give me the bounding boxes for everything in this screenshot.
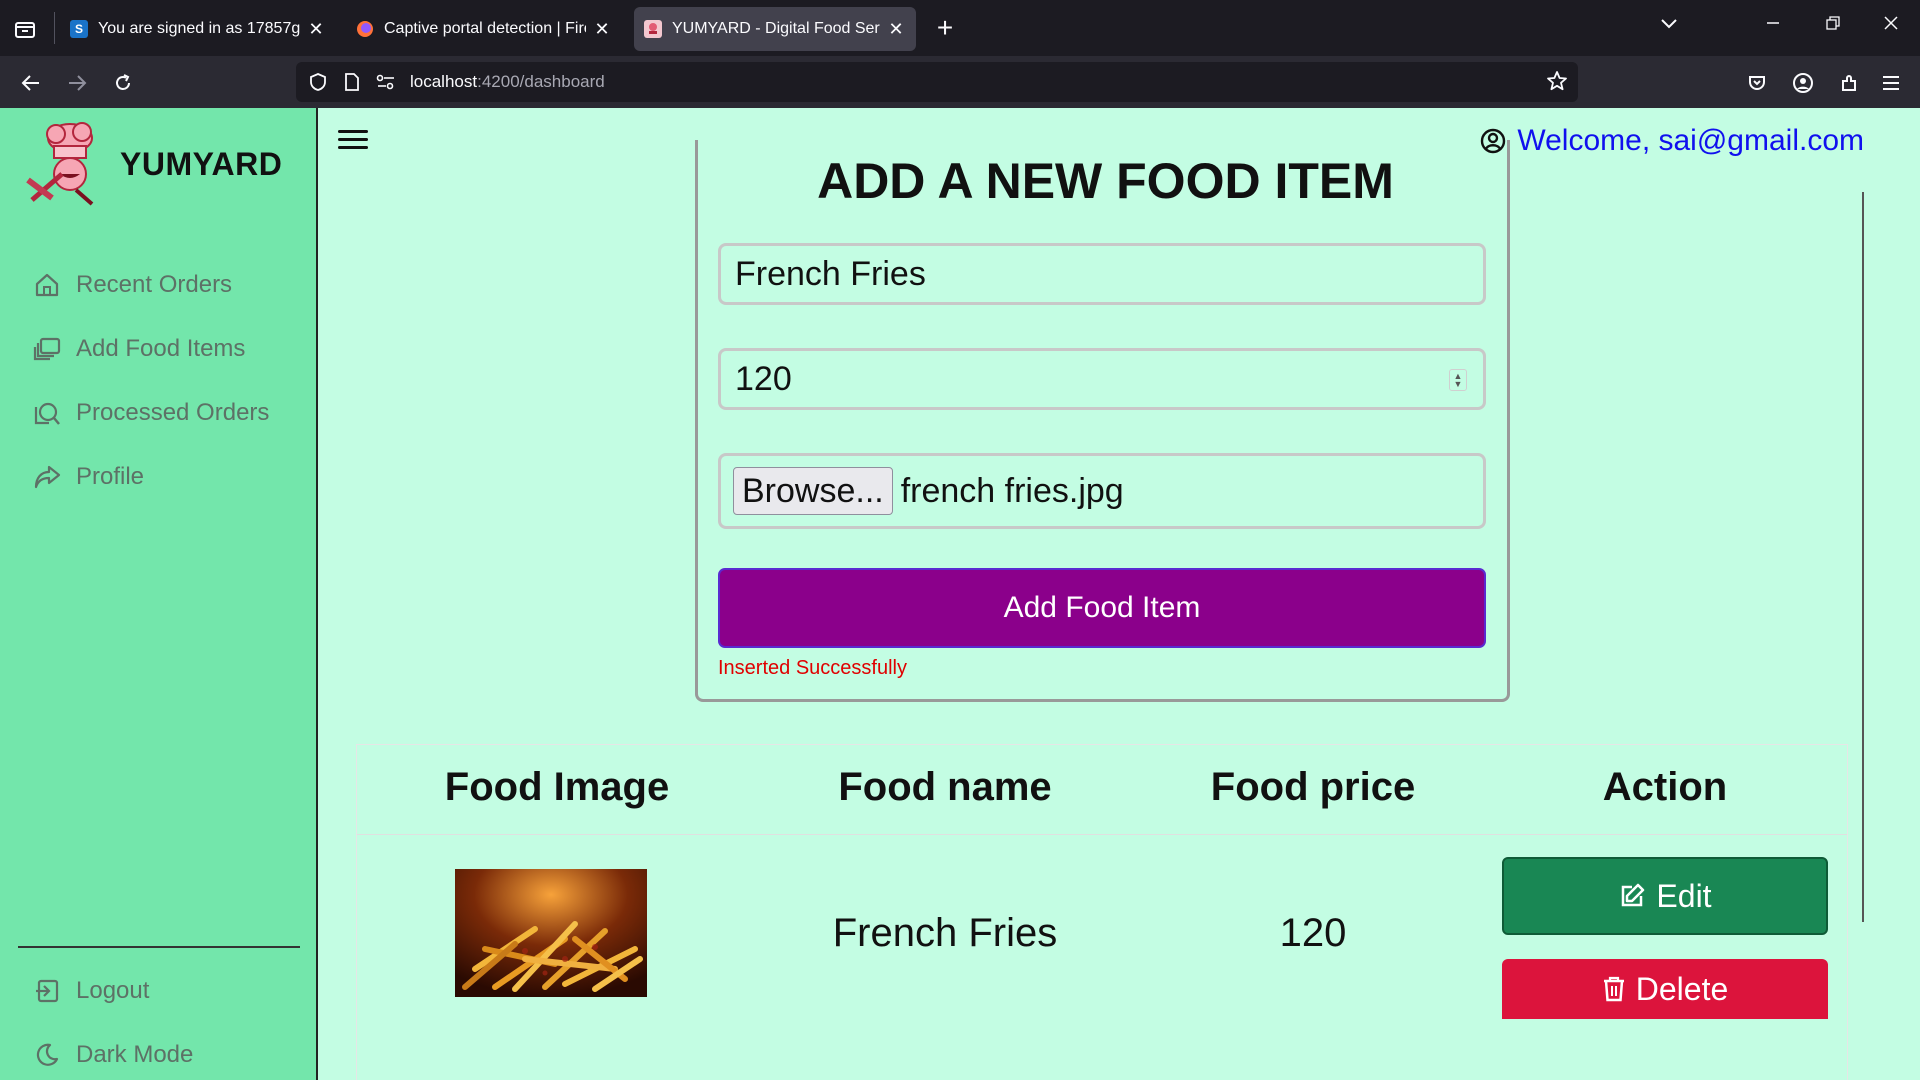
trash-icon [1603,976,1624,1002]
tab-title: Captive portal detection | Firefox [384,20,586,37]
sidebar-item-processed-orders[interactable]: Processed Orders [32,398,269,428]
logout-icon [32,976,62,1006]
sidebar: YUMYARD Recent Orders Add Food Items Pro… [0,108,318,1080]
tab-list-icon[interactable] [10,14,40,44]
edit-button[interactable]: Edit [1502,857,1828,935]
forward-icon[interactable] [62,68,92,98]
hamburger-menu-icon[interactable] [338,130,368,154]
browse-button[interactable]: Browse... [733,467,893,515]
welcome-text: Welcome, sai@gmail.com [1517,124,1864,157]
home-icon [32,270,62,300]
selected-file-name: french fries.jpg [900,471,1124,510]
close-window-icon[interactable] [1876,14,1906,35]
page-icon[interactable] [340,70,364,94]
food-price-input[interactable]: 120 ▲ ▼ [718,348,1486,410]
browser-tab-bar: S You are signed in as 17857gh ✕ Captive… [0,0,1920,56]
moon-icon [32,1040,62,1070]
chef-logo-icon [24,120,104,206]
edit-icon [1622,883,1645,907]
sidebar-item-profile[interactable]: Profile [32,462,144,492]
sidebar-item-add-food-items[interactable]: Add Food Items [32,334,245,364]
sidebar-item-label: Logout [76,977,150,1004]
scrollbar-track[interactable] [1862,192,1864,922]
number-spinner-icon[interactable]: ▲ ▼ [1449,369,1467,391]
sidebar-item-label: Profile [76,463,145,490]
site-favicon-icon: S [70,20,88,38]
sidebar-item-recent-orders[interactable]: Recent Orders [32,270,232,300]
food-image-file-input[interactable]: Browse... french fries.jpg [718,453,1486,529]
search-icon [32,398,62,428]
food-name-input[interactable]: French Fries [718,243,1486,305]
extensions-icon[interactable] [1834,68,1864,98]
food-price-cell: 120 [1279,911,1347,955]
permissions-icon[interactable] [374,70,398,94]
chevron-down-icon[interactable] [1654,14,1684,35]
edit-label: Edit [1656,877,1712,914]
app-root: YUMYARD Recent Orders Add Food Items Pro… [0,108,1920,1080]
form-title: ADD A NEW FOOD ITEM [817,153,1394,209]
reload-icon[interactable] [108,68,138,98]
close-tab-icon[interactable]: ✕ [306,19,326,40]
sidebar-item-label: Dark Mode [76,1041,194,1068]
sidebar-item-label: Processed Orders [76,399,270,426]
delete-label: Delete [1635,970,1729,1007]
column-header: Food Image [444,765,670,809]
sidebar-item-label: Add Food Items [76,335,246,362]
back-icon[interactable] [16,68,46,98]
url-text: localhost:4200/dashboard [410,72,605,91]
header-divider [357,834,1847,835]
bookmark-star-icon[interactable] [1546,70,1568,97]
food-name-cell: French Fries [832,911,1058,955]
browser-tab-active[interactable]: YUMYARD - Digital Food Service ✕ [634,7,916,51]
restore-icon[interactable] [1818,14,1848,35]
firefox-icon [356,20,374,38]
menu-icon[interactable] [1876,68,1906,98]
column-header: Food price [1210,765,1416,809]
minimize-icon[interactable] [1758,14,1788,35]
account-icon[interactable] [1788,68,1818,98]
add-food-item-button[interactable]: Add Food Item [718,568,1486,648]
delete-button[interactable]: Delete [1502,959,1828,1019]
tab-title: YUMYARD - Digital Food Service [672,20,880,37]
brand-name: YUMYARD [120,146,283,182]
column-header: Action [1602,765,1728,809]
logout-button[interactable]: Logout [32,976,149,1006]
food-price-value: 120 [735,359,792,398]
food-image [455,869,647,997]
stack-icon [32,334,62,364]
close-tab-icon[interactable]: ✕ [886,19,906,40]
dark-mode-toggle[interactable]: Dark Mode [32,1040,193,1070]
welcome-user: Welcome, sai@gmail.com [1479,124,1864,158]
shield-icon[interactable] [306,70,330,94]
browser-tab-2[interactable]: Captive portal detection | Firefox ✕ [346,7,622,51]
sidebar-item-label: Recent Orders [76,271,233,298]
yumyard-favicon-icon [644,20,662,38]
food-name-value: French Fries [735,254,926,293]
food-items-table: Food Image Food name Food price Action F… [356,744,1848,1080]
column-header: Food name [838,765,1052,809]
new-tab-button[interactable]: + [930,14,960,44]
tab-title: You are signed in as 17857gh [98,20,300,37]
url-bar[interactable]: localhost:4200/dashboard [296,62,1578,102]
sidebar-divider [18,946,300,948]
close-tab-icon[interactable]: ✕ [592,19,612,40]
pocket-icon[interactable] [1742,68,1772,98]
share-icon [32,462,62,492]
status-message: Inserted Successfully [718,657,907,679]
browser-tab-1[interactable]: S You are signed in as 17857gh ✕ [60,7,336,51]
